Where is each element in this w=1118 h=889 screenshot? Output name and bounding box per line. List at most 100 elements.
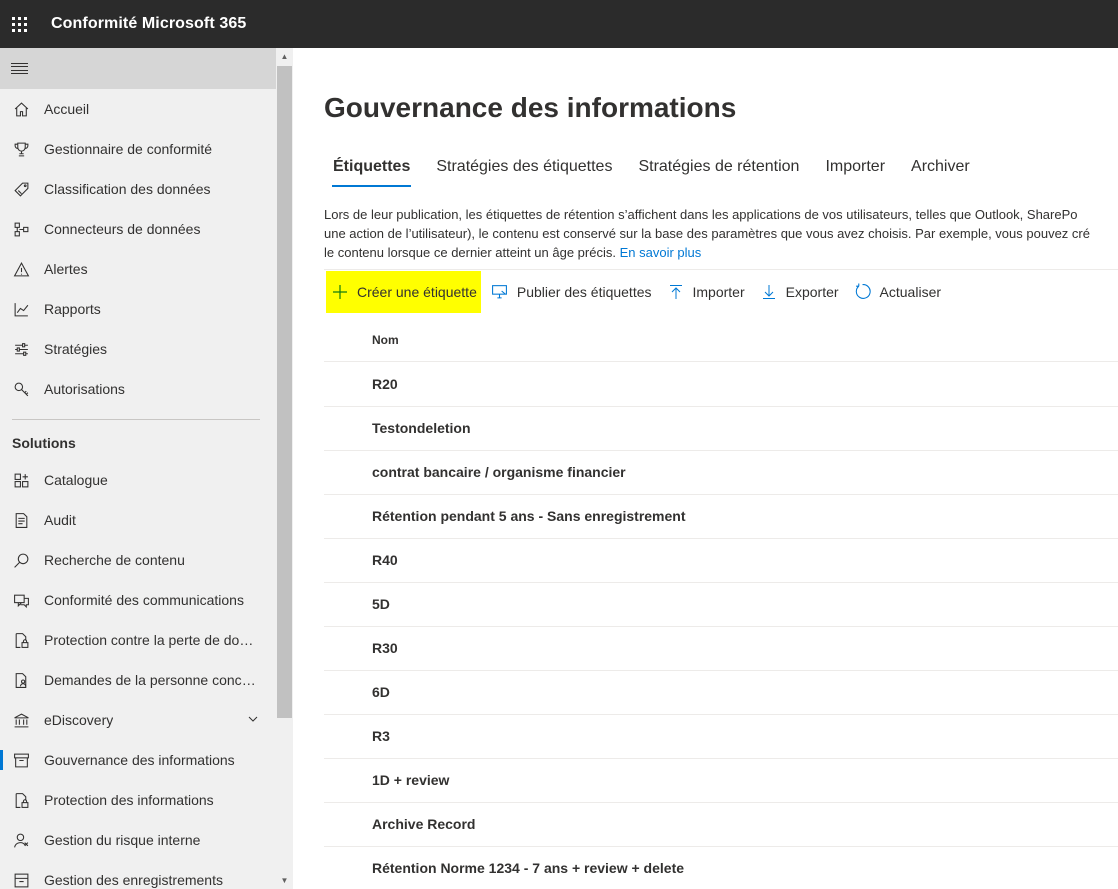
refresh-icon xyxy=(854,283,872,301)
sidebar-item-label: Catalogue xyxy=(44,472,108,488)
refresh-button[interactable]: Actualiser xyxy=(849,271,946,313)
learn-more-link[interactable]: En savoir plus xyxy=(620,245,702,260)
upload-icon xyxy=(667,283,685,301)
sidebar-item-recherche[interactable]: Recherche de contenu xyxy=(0,540,276,580)
table-row[interactable]: Testondeletion xyxy=(324,407,1118,451)
sidebar-item-label: Protection contre la perte de don... xyxy=(44,632,258,648)
table-row[interactable]: Archive Record xyxy=(324,803,1118,847)
sidebar-divider xyxy=(12,419,260,420)
sidebar-item-label: Demandes de la personne concer... xyxy=(44,672,258,688)
tab-strategies-etiquettes[interactable]: Stratégies des étiquettes xyxy=(427,156,621,188)
sidebar-item-label: Protection des informations xyxy=(44,792,214,808)
app-launcher-icon[interactable] xyxy=(1,0,37,48)
sidebar-item-label: Alertes xyxy=(44,261,88,277)
row-name: Rétention pendant 5 ans - Sans enregistr… xyxy=(372,508,686,524)
sidebar-item-autorisations[interactable]: Autorisations xyxy=(0,369,276,409)
search-icon xyxy=(12,551,30,569)
sidebar-item-alertes[interactable]: Alertes xyxy=(0,249,276,289)
chat-icon xyxy=(12,591,30,609)
refresh-text: Actualiser xyxy=(879,283,942,300)
bank-icon xyxy=(12,711,30,729)
import-button[interactable]: Importer xyxy=(662,271,750,313)
app-title[interactable]: Conformité Microsoft 365 xyxy=(51,15,246,33)
plus-icon xyxy=(331,283,349,301)
sidebar-item-gestionnaire-conformite[interactable]: Gestionnaire de conformité xyxy=(0,129,276,169)
sidebar-item-communications[interactable]: Conformité des communications xyxy=(0,580,276,620)
sidebar-item-gouvernance[interactable]: Gouvernance des informations xyxy=(0,740,276,780)
catalog-icon xyxy=(12,471,30,489)
sidebar-item-protection-info[interactable]: Protection des informations xyxy=(0,780,276,820)
sidebar-item-dlp[interactable]: Protection contre la perte de don... xyxy=(0,620,276,660)
row-name: 6D xyxy=(372,684,390,700)
document-lock-icon xyxy=(12,631,30,649)
description-line: Lors de leur publication, les étiquettes… xyxy=(324,207,1078,222)
labels-table: R20 Testondeletion contrat bancaire / or… xyxy=(324,363,1118,889)
tab-archiver[interactable]: Archiver xyxy=(902,156,979,188)
sidebar-item-label: Autorisations xyxy=(44,381,125,397)
sidebar-item-classification[interactable]: Classification des données xyxy=(0,169,276,209)
sidebar-item-label: Recherche de contenu xyxy=(44,552,185,568)
description-line: le contenu lorsque ce dernier atteint un… xyxy=(324,243,1118,262)
table-row[interactable]: contrat bancaire / organisme financier xyxy=(324,451,1118,495)
row-name: Archive Record xyxy=(372,816,476,832)
table-row[interactable]: R3 xyxy=(324,715,1118,759)
create-label-button[interactable]: Créer une étiquette xyxy=(326,270,481,313)
scroll-up-arrow-icon[interactable]: ▲ xyxy=(276,48,293,65)
sidebar-item-audit[interactable]: Audit xyxy=(0,500,276,540)
sidebar-item-rapports[interactable]: Rapports xyxy=(0,289,276,329)
table-row[interactable]: 6D xyxy=(324,671,1118,715)
table-row[interactable]: 1D + review xyxy=(324,759,1118,803)
page-title: Gouvernance des informations xyxy=(324,92,737,123)
row-name: R20 xyxy=(372,376,398,392)
tab-importer[interactable]: Importer xyxy=(816,156,894,188)
row-name: 1D + review xyxy=(372,772,450,788)
table-row[interactable]: R20 xyxy=(324,363,1118,407)
export-button[interactable]: Exporter xyxy=(755,271,844,313)
chevron-down-icon[interactable] xyxy=(248,714,258,724)
tab-etiquettes[interactable]: Étiquettes xyxy=(324,156,419,188)
column-header-nom[interactable]: Nom xyxy=(324,320,1118,362)
row-name: R30 xyxy=(372,640,398,656)
table-row[interactable]: Rétention pendant 5 ans - Sans enregistr… xyxy=(324,495,1118,539)
trophy-icon xyxy=(12,140,30,158)
sidebar-scrollbar[interactable]: ▲ ▼ xyxy=(276,48,293,889)
records-icon xyxy=(12,871,30,889)
sidebar-item-ediscovery[interactable]: eDiscovery xyxy=(0,700,276,740)
sidebar-item-catalogue[interactable]: Catalogue xyxy=(0,460,276,500)
row-name: Rétention Norme 1234 - 7 ans + review + … xyxy=(372,860,685,876)
hamburger-icon xyxy=(11,63,28,74)
scroll-thumb[interactable] xyxy=(277,66,292,718)
solutions-heading: Solutions xyxy=(12,435,76,451)
sidebar-item-strategies[interactable]: Stratégies xyxy=(0,329,276,369)
publish-labels-button[interactable]: Publier des étiquettes xyxy=(486,271,657,313)
table-row[interactable]: R30 xyxy=(324,627,1118,671)
warning-icon xyxy=(12,260,30,278)
sidebar-item-label: Gestion du risque interne xyxy=(44,832,201,848)
sidebar-item-connecteurs[interactable]: Connecteurs de données xyxy=(0,209,276,249)
sidebar-item-label: Stratégies xyxy=(44,341,108,357)
table-row[interactable]: 5D xyxy=(324,583,1118,627)
sidebar-item-label: Audit xyxy=(44,512,76,528)
publish-icon xyxy=(491,283,509,301)
sidebar-item-label: Conformité des communications xyxy=(44,592,244,608)
row-name: R3 xyxy=(372,728,390,744)
row-name: contrat bancaire / organisme financier xyxy=(372,464,626,480)
scroll-down-arrow-icon[interactable]: ▼ xyxy=(276,872,293,889)
export-text: Exporter xyxy=(785,283,839,300)
archive-icon xyxy=(12,751,30,769)
table-row[interactable]: R40 xyxy=(324,539,1118,583)
sidebar-item-label: Accueil xyxy=(44,101,90,117)
home-icon xyxy=(12,100,30,118)
sidebar-item-demandes[interactable]: Demandes de la personne concer... xyxy=(0,660,276,700)
sidebar-item-label: eDiscovery xyxy=(44,712,114,728)
tab-strategies-retention[interactable]: Stratégies de rétention xyxy=(629,156,808,188)
connector-icon xyxy=(12,220,30,238)
row-name: R40 xyxy=(372,552,398,568)
sidebar-item-enregistrements[interactable]: Gestion des enregistrements xyxy=(0,860,276,889)
column-header-label: Nom xyxy=(372,333,399,347)
person-icon xyxy=(12,831,30,849)
table-row[interactable]: Rétention Norme 1234 - 7 ans + review + … xyxy=(324,847,1118,889)
sidebar-item-risque-interne[interactable]: Gestion du risque interne xyxy=(0,820,276,860)
nav-toggle-button[interactable] xyxy=(0,48,276,89)
sidebar-item-accueil[interactable]: Accueil xyxy=(0,89,276,129)
